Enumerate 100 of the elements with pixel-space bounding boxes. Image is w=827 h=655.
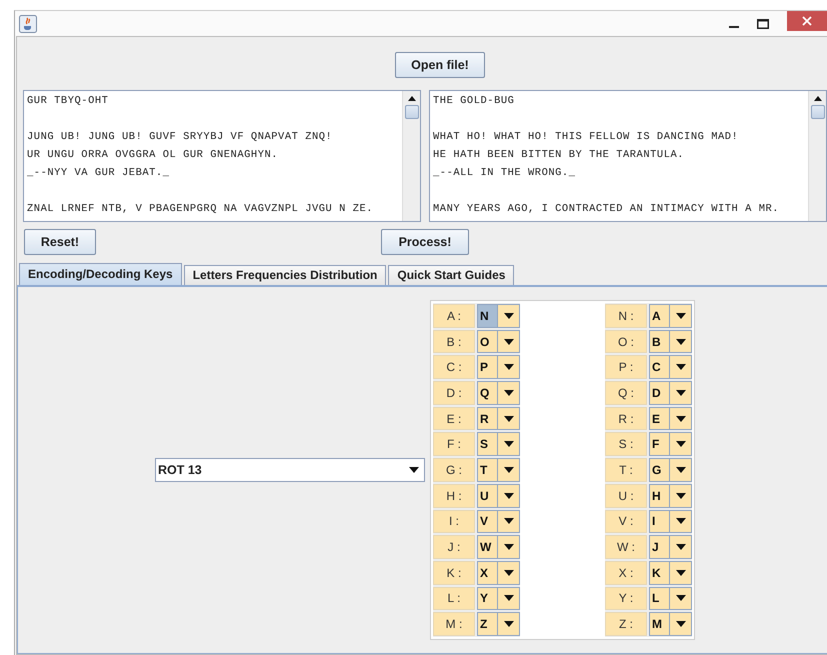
tab[interactable]: Quick Start Guides — [388, 265, 514, 285]
key-value: D — [650, 382, 670, 404]
key-value: V — [478, 510, 498, 532]
key-dropdown[interactable]: R — [477, 406, 520, 430]
key-dropdown[interactable]: U — [477, 484, 520, 508]
key-dropdown[interactable]: C — [649, 355, 692, 380]
letter-label: Q : — [605, 381, 647, 405]
key-dropdown[interactable]: F — [649, 432, 692, 456]
key-value: I — [650, 510, 670, 532]
letter-label: K : — [433, 560, 475, 585]
key-dropdown[interactable]: L — [649, 586, 692, 610]
key-dropdown[interactable]: K — [649, 560, 692, 585]
open-file-button[interactable]: Open file! — [395, 52, 485, 78]
letter-label: R : — [605, 406, 647, 430]
key-dropdown[interactable]: M — [649, 612, 692, 636]
key-value: O — [478, 330, 498, 352]
close-button[interactable] — [787, 11, 827, 31]
key-dropdown[interactable]: H — [649, 484, 692, 508]
text-line: UR UNGU ORRA OVGGRA OL GUR GNENAGHYN. — [27, 148, 280, 163]
cipher-dropdown[interactable]: ROT 13 — [155, 458, 425, 482]
key-value: E — [650, 408, 670, 430]
dropdown-arrow-icon — [676, 416, 686, 422]
dropdown-arrow-icon — [504, 518, 514, 524]
scroll-thumb[interactable] — [810, 105, 824, 119]
letter-label: E : — [433, 406, 475, 430]
dropdown-arrow-icon — [676, 544, 686, 550]
key-dropdown[interactable]: J — [649, 535, 692, 559]
letter-label: X : — [605, 560, 647, 585]
dropdown-arrow-icon — [504, 492, 514, 499]
tab[interactable]: Encoding/Decoding Keys — [19, 263, 182, 285]
process-button[interactable]: Process! — [381, 229, 469, 255]
dropdown-arrow-icon — [504, 390, 514, 396]
dropdown-arrow-icon — [676, 390, 686, 396]
key-value: U — [478, 484, 498, 507]
output-text-area[interactable]: THE GOLD-BUG WHAT HO! WHAT HO! THIS FELLOW IS DANCING MAD! HE HATH BEEN BITTEN BY THE TARANTULA. _--ALL IN THE WRONG._ MANY YEARS AGO, I CONTRACTED AN INTIMACY WITH A MR. — [429, 90, 827, 222]
letter-label: P : — [605, 355, 647, 380]
key-value: X — [478, 562, 498, 584]
key-value: H — [650, 484, 670, 507]
letter-label: N : — [605, 304, 647, 328]
letter-label: Z : — [605, 612, 647, 636]
text-line: GUR TBYQ-OHT — [27, 94, 110, 109]
scroll-up-icon[interactable] — [408, 96, 416, 100]
key-dropdown[interactable]: S — [477, 432, 520, 456]
key-dropdown[interactable]: A — [649, 304, 692, 328]
key-dropdown[interactable]: Y — [477, 586, 520, 610]
key-dropdown[interactable]: I — [649, 510, 692, 534]
letter-label: W : — [605, 535, 647, 559]
key-dropdown[interactable]: O — [477, 330, 520, 354]
scroll-up-icon[interactable] — [814, 96, 822, 100]
key-value: A — [650, 305, 670, 327]
letter-label: S : — [605, 432, 647, 456]
dropdown-arrow-icon — [676, 595, 686, 602]
key-value: Y — [478, 588, 498, 610]
key-value: R — [478, 408, 498, 430]
letter-label: J : — [433, 535, 475, 559]
dropdown-arrow-icon — [504, 364, 514, 370]
close-icon — [802, 16, 812, 26]
key-dropdown[interactable]: W — [477, 535, 520, 559]
key-dropdown[interactable]: G — [649, 458, 692, 482]
scrollbar[interactable] — [402, 91, 420, 221]
text-line: JUNG UB! JUNG UB! GUVF SRYYBJ VF QNAPVAT ZNQ! — [27, 130, 334, 145]
reset-button[interactable]: Reset! — [24, 229, 96, 255]
letter-label: I : — [433, 510, 475, 534]
key-dropdown[interactable]: T — [477, 458, 520, 482]
letter-label: Y : — [605, 586, 647, 610]
key-dropdown[interactable]: P — [477, 355, 520, 380]
key-dropdown[interactable]: Z — [477, 612, 520, 636]
key-value: M — [650, 613, 670, 635]
key-value: W — [478, 536, 498, 558]
key-dropdown[interactable]: Q — [477, 381, 520, 405]
scrollbar[interactable] — [808, 91, 826, 221]
letter-label: V : — [605, 510, 647, 534]
text-line: _--ALL IN THE WRONG._ — [433, 166, 576, 181]
letter-label: G : — [433, 458, 475, 482]
letter-label: H : — [433, 484, 475, 508]
key-value: N — [478, 305, 498, 327]
dropdown-arrow-icon — [676, 518, 686, 524]
dropdown-arrow-icon — [676, 570, 686, 576]
java-cup-icon — [19, 14, 37, 32]
text-line: WHAT HO! WHAT HO! THIS FELLOW IS DANCING MAD! — [433, 130, 740, 145]
key-value: B — [650, 330, 670, 352]
dropdown-arrow-icon — [676, 312, 686, 319]
input-text-area[interactable]: GUR TBYQ-OHT JUNG UB! JUNG UB! GUVF SRYYBJ VF QNAPVAT ZNQ! UR UNGU ORRA OVGGRA OL GUR GNENAGHYN. _--NYY VA GUR JEBAT._ ZNAL LRNEF NTB, V PBAGENPGRQ NA VAGVZNPL JVGU N ZE. — [23, 90, 421, 222]
key-dropdown[interactable]: E — [649, 406, 692, 430]
dropdown-arrow-icon — [676, 338, 686, 345]
letter-label: B : — [433, 330, 475, 354]
tab[interactable]: Letters Frequencies Distribution — [184, 265, 386, 285]
scroll-thumb[interactable] — [404, 105, 418, 119]
letter-label: A : — [433, 304, 475, 328]
text-line: HE HATH BEEN BITTEN BY THE TARANTULA. — [433, 148, 686, 163]
maximize-icon[interactable] — [757, 18, 769, 28]
key-dropdown[interactable]: V — [477, 510, 520, 534]
key-dropdown[interactable]: B — [649, 330, 692, 354]
key-dropdown[interactable]: N — [477, 304, 520, 328]
key-dropdown[interactable]: D — [649, 381, 692, 405]
dropdown-arrow-icon — [676, 467, 686, 473]
letter-label: C : — [433, 355, 475, 380]
key-dropdown[interactable]: X — [477, 560, 520, 585]
key-value: L — [650, 588, 670, 610]
dropdown-arrow-icon — [504, 416, 514, 422]
